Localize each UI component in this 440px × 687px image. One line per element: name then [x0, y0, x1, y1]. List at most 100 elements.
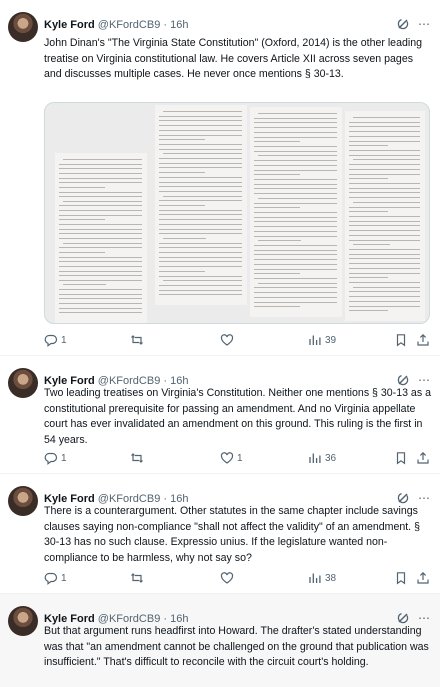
views-button[interactable]: 38 — [308, 570, 336, 586]
share-button[interactable] — [416, 450, 430, 466]
page-text-line — [254, 150, 337, 152]
page-text-line — [254, 230, 337, 232]
like-button[interactable] — [220, 570, 237, 586]
share-button[interactable] — [416, 332, 430, 348]
avatar[interactable] — [8, 12, 38, 42]
page-text-line — [159, 176, 242, 178]
page-text-line — [254, 226, 337, 228]
reply-button[interactable]: 1 — [44, 450, 67, 466]
page-text-line — [254, 221, 337, 223]
tweet-media[interactable] — [44, 102, 430, 324]
page-text-line — [159, 167, 242, 169]
like-button[interactable]: 1 — [220, 450, 243, 466]
page-text-line — [59, 261, 142, 263]
page-text-line — [349, 183, 420, 184]
page-text-line — [258, 282, 337, 284]
like-icon — [220, 334, 234, 346]
page-text-line — [258, 197, 337, 199]
grok-icon[interactable] — [396, 17, 410, 31]
like-icon — [220, 452, 234, 464]
page-text-line — [353, 286, 420, 288]
page-text-line — [159, 148, 242, 150]
page-text-line — [59, 168, 142, 170]
page-text-line — [159, 261, 242, 263]
views-button[interactable]: 36 — [308, 450, 336, 466]
page-text-line — [159, 223, 242, 225]
page-text-line — [254, 117, 337, 119]
tweet[interactable]: Kyle Ford @KFordCB9 · 16h ⋯ John Dinan's… — [0, 0, 440, 356]
page-text-line — [254, 245, 337, 246]
page-text-line — [59, 163, 142, 165]
page-text-line — [349, 126, 420, 128]
repost-button[interactable] — [130, 570, 147, 586]
page-text-line — [59, 279, 142, 281]
page-text-line — [159, 125, 242, 127]
page-text-line — [159, 181, 242, 183]
repost-button[interactable] — [130, 332, 147, 348]
avatar[interactable] — [8, 368, 38, 398]
more-icon[interactable]: ⋯ — [416, 611, 432, 625]
views-button[interactable]: 39 — [308, 332, 336, 348]
page-text-line — [59, 265, 142, 267]
avatar[interactable] — [8, 606, 38, 636]
repost-button[interactable] — [130, 450, 147, 466]
page-text-line — [254, 278, 337, 279]
page-text-line — [349, 168, 420, 170]
views-icon — [309, 335, 321, 345]
page-text-line — [349, 131, 420, 133]
page-text-line — [254, 287, 337, 289]
grok-icon[interactable] — [396, 611, 410, 625]
page-text-line — [349, 197, 420, 199]
page-text-line — [349, 220, 420, 222]
like-icon — [220, 572, 234, 584]
page-text-line — [254, 254, 337, 256]
book-page-center-left — [155, 105, 247, 305]
page-text-line — [254, 146, 337, 147]
page-text-line — [349, 277, 389, 279]
tweet-text: But that argument runs headfirst into Ho… — [44, 625, 429, 668]
tweet[interactable]: Kyle Ford @KFordCB9 · 16h ⋯ But that arg… — [0, 594, 440, 687]
share-icon — [417, 451, 429, 464]
more-icon[interactable]: ⋯ — [416, 491, 432, 505]
page-text-line — [254, 292, 337, 294]
grok-icon[interactable] — [396, 373, 410, 387]
reply-icon — [44, 334, 58, 347]
page-text-line — [349, 164, 420, 166]
reply-button[interactable]: 1 — [44, 332, 67, 348]
page-text-line — [159, 200, 242, 202]
page-text-line — [63, 284, 107, 286]
more-icon[interactable]: ⋯ — [416, 373, 432, 387]
page-text-line — [59, 214, 142, 216]
page-text-line — [159, 270, 205, 272]
page-text-line — [254, 160, 337, 162]
page-text-line — [59, 293, 142, 295]
page-text-line — [254, 263, 337, 265]
bookmark-button[interactable] — [394, 450, 408, 466]
timestamp[interactable]: 16h — [170, 19, 188, 31]
page-text-line — [59, 275, 142, 277]
more-icon[interactable]: ⋯ — [416, 17, 432, 31]
page-text-line — [163, 153, 242, 155]
author-handle[interactable]: @KFordCB9 — [98, 19, 161, 31]
share-button[interactable] — [416, 570, 430, 586]
bookmark-button[interactable] — [394, 332, 408, 348]
page-text-line — [349, 291, 420, 293]
page-text-line — [59, 247, 142, 249]
page-text-line — [353, 159, 420, 161]
grok-icon[interactable] — [396, 491, 410, 505]
page-text-line — [349, 282, 420, 283]
tweet-header: Kyle Ford @KFordCB9 · 16h — [44, 17, 430, 33]
page-text-line — [254, 141, 300, 143]
reply-button[interactable]: 1 — [44, 570, 67, 586]
page-text-line — [254, 259, 337, 261]
tweet[interactable]: Kyle Ford @KFordCB9 · 16h ⋯ There is a c… — [0, 474, 440, 594]
like-button[interactable] — [220, 332, 237, 348]
avatar[interactable] — [8, 486, 38, 516]
page-text-line — [258, 113, 337, 114]
bookmark-button[interactable] — [394, 570, 408, 586]
page-text-line — [254, 202, 337, 204]
tweet[interactable]: Kyle Ford @KFordCB9 · 16h ⋯ Two leading … — [0, 356, 440, 474]
page-text-line — [349, 272, 420, 274]
author-name[interactable]: Kyle Ford — [44, 19, 95, 31]
page-text-line — [159, 256, 242, 258]
